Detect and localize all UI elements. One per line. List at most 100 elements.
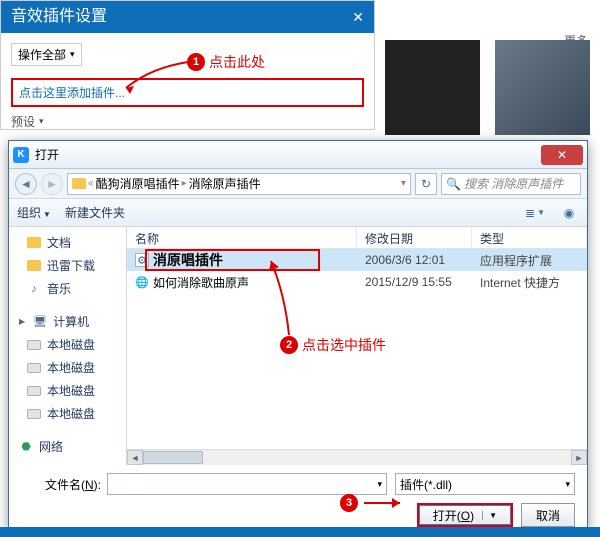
sidebar-item-disk[interactable]: 本地磁盘 xyxy=(9,402,126,425)
annotation-2: 2 点击选中插件 xyxy=(280,335,386,355)
nav-back-button[interactable]: ◄ xyxy=(15,173,37,195)
breadcrumb-bar[interactable]: « 酷狗消原唱插件 ▸ 消除原声插件 ▾ xyxy=(67,173,411,195)
album-thumb[interactable] xyxy=(495,40,590,135)
col-header-type[interactable]: 类型 xyxy=(472,227,587,248)
computer-icon: 🖥 xyxy=(33,316,47,328)
sidebar-item-disk[interactable]: 本地磁盘 xyxy=(9,379,126,402)
dialog-titlebar: K 打开 ✕ xyxy=(9,141,587,169)
chevron-down-icon[interactable]: ▾ xyxy=(401,178,406,189)
dll-file-icon: ⚙ xyxy=(135,253,149,267)
internet-shortcut-icon: 🌐 xyxy=(135,275,149,289)
search-placeholder: 搜索 消除原声插件 xyxy=(464,175,563,192)
chevron-right-icon: ▸ xyxy=(182,178,187,189)
list-header: 名称 修改日期 类型 xyxy=(127,227,587,249)
dialog-toolbar: 组织▼ 新建文件夹 ≣▼ ◉ xyxy=(9,199,587,227)
col-header-name[interactable]: 名称 xyxy=(127,227,357,248)
sidebar-item-disk[interactable]: 本地磁盘 xyxy=(9,333,126,356)
disk-icon xyxy=(27,386,41,396)
sidebar-label: 本地磁盘 xyxy=(47,405,95,422)
sidebar-item-disk[interactable]: 本地磁盘 xyxy=(9,356,126,379)
disk-icon xyxy=(27,340,41,350)
operation-all-label: 操作全部 xyxy=(18,46,66,63)
file-name: 如何消除歌曲原声 xyxy=(153,274,249,291)
album-thumbnails xyxy=(375,30,600,135)
music-icon: ♪ xyxy=(27,283,41,295)
filename-input[interactable]: ▾ xyxy=(107,473,387,495)
settings-title-text: 音效插件设置 xyxy=(11,1,107,33)
sidebar-label: 本地磁盘 xyxy=(47,336,95,353)
album-thumb[interactable] xyxy=(385,40,480,135)
dialog-bottom-bar: 文件名(N): ▾ 插件(*.dll) ▾ 打开(O)▼ 取消 xyxy=(9,465,587,535)
view-mode-button[interactable]: ≣▼ xyxy=(525,204,545,222)
sidebar-label: 迅雷下载 xyxy=(47,257,95,274)
filetype-value: 插件(*.dll) xyxy=(400,476,452,493)
close-icon[interactable]: ✕ xyxy=(352,1,364,33)
annotation-3: 3 xyxy=(340,494,358,512)
search-input[interactable]: 🔍 搜索 消除原声插件 xyxy=(441,173,581,195)
bottom-stripe xyxy=(0,527,600,537)
sidebar-group-computer[interactable]: ▶ 🖥 计算机 xyxy=(9,308,126,333)
settings-titlebar: 音效插件设置 ✕ xyxy=(1,1,374,33)
preset-dropdown[interactable]: 预设 ▾ xyxy=(11,113,364,130)
chevron-down-icon[interactable]: ▼ xyxy=(482,511,497,520)
new-folder-button[interactable]: 新建文件夹 xyxy=(65,204,125,221)
scrollbar-thumb[interactable] xyxy=(143,451,203,464)
chevron-down-icon: ▾ xyxy=(39,116,44,127)
add-plugin-placeholder: 点击这里添加插件... xyxy=(19,86,125,100)
chevron-down-icon: ▾ xyxy=(70,49,75,60)
sidebar-label: 文档 xyxy=(47,234,71,251)
filename-label: 文件名(N): xyxy=(21,476,101,493)
sidebar-item-xunlei[interactable]: 迅雷下载 xyxy=(9,254,126,277)
nav-forward-button[interactable]: ► xyxy=(41,173,63,195)
sidebar-group-network[interactable]: ⬣ 网络 xyxy=(9,433,126,458)
file-row[interactable]: ⚙ 消原唱插件 2006/3/6 12:01 应用程序扩展 xyxy=(127,249,587,271)
search-icon: 🔍 xyxy=(446,177,461,191)
sidebar-label: 本地磁盘 xyxy=(47,359,95,376)
file-date: 2006/3/6 12:01 xyxy=(357,253,472,267)
chevron-down-icon: ▼ xyxy=(43,210,51,219)
breadcrumb-item[interactable]: 消除原声插件 xyxy=(189,175,261,192)
annotation-1-text: 点击此处 xyxy=(209,52,265,72)
breadcrumb-item[interactable]: 酷狗消原唱插件 xyxy=(96,175,180,192)
breadcrumb-sep: « xyxy=(88,178,94,189)
horizontal-scrollbar[interactable]: ◄ ► xyxy=(127,449,587,465)
dialog-title-text: 打开 xyxy=(35,146,541,163)
annotation-badge-3: 3 xyxy=(340,494,358,512)
sidebar-item-music[interactable]: ♪ 音乐 xyxy=(9,277,126,300)
chevron-down-icon[interactable]: ▾ xyxy=(377,479,382,490)
refresh-button[interactable]: ↻ xyxy=(415,173,437,195)
sidebar-item-docs[interactable]: 文档 xyxy=(9,231,126,254)
annotation-2-text: 点击选中插件 xyxy=(302,335,386,355)
scroll-right-button[interactable]: ► xyxy=(571,450,587,465)
app-icon: K xyxy=(13,147,29,163)
file-name: 消原唱插件 xyxy=(153,250,223,270)
sidebar-label: 本地磁盘 xyxy=(47,382,95,399)
dialog-close-button[interactable]: ✕ xyxy=(541,145,583,165)
col-header-date[interactable]: 修改日期 xyxy=(357,227,472,248)
chevron-down-icon: ▾ xyxy=(565,479,570,490)
help-button[interactable]: ◉ xyxy=(559,204,579,222)
disk-icon xyxy=(27,409,41,419)
file-type: Internet 快捷方 xyxy=(472,274,587,291)
operation-all-dropdown[interactable]: 操作全部 ▾ xyxy=(11,43,82,66)
folder-icon xyxy=(72,178,86,189)
add-plugin-input[interactable]: 点击这里添加插件... xyxy=(11,78,364,107)
cancel-button[interactable]: 取消 xyxy=(521,503,575,527)
disk-icon xyxy=(27,363,41,373)
sidebar: 文档 迅雷下载 ♪ 音乐 ▶ 🖥 计算机 本地磁盘 本地磁盘 本地磁盘 本地磁盘 ⬣ 网… xyxy=(9,227,127,465)
sidebar-label: 计算机 xyxy=(53,313,89,330)
annotation-badge-2: 2 xyxy=(280,336,298,354)
organize-menu[interactable]: 组织▼ xyxy=(17,204,51,221)
filetype-select[interactable]: 插件(*.dll) ▾ xyxy=(395,473,575,495)
file-type: 应用程序扩展 xyxy=(472,252,587,269)
sidebar-label: 音乐 xyxy=(47,280,71,297)
annotation-1: 1 点击此处 xyxy=(187,52,265,72)
preset-label: 预设 xyxy=(11,113,35,130)
open-button[interactable]: 打开(O)▼ xyxy=(417,503,513,527)
network-icon: ⬣ xyxy=(19,441,33,453)
file-row[interactable]: 🌐如何消除歌曲原声 2015/12/9 15:55 Internet 快捷方 xyxy=(127,271,587,293)
expand-icon: ▶ xyxy=(19,317,25,326)
sidebar-label: 网络 xyxy=(39,438,63,455)
dialog-nav-bar: ◄ ► « 酷狗消原唱插件 ▸ 消除原声插件 ▾ ↻ 🔍 搜索 消除原声插件 xyxy=(9,169,587,199)
scroll-left-button[interactable]: ◄ xyxy=(127,450,143,465)
